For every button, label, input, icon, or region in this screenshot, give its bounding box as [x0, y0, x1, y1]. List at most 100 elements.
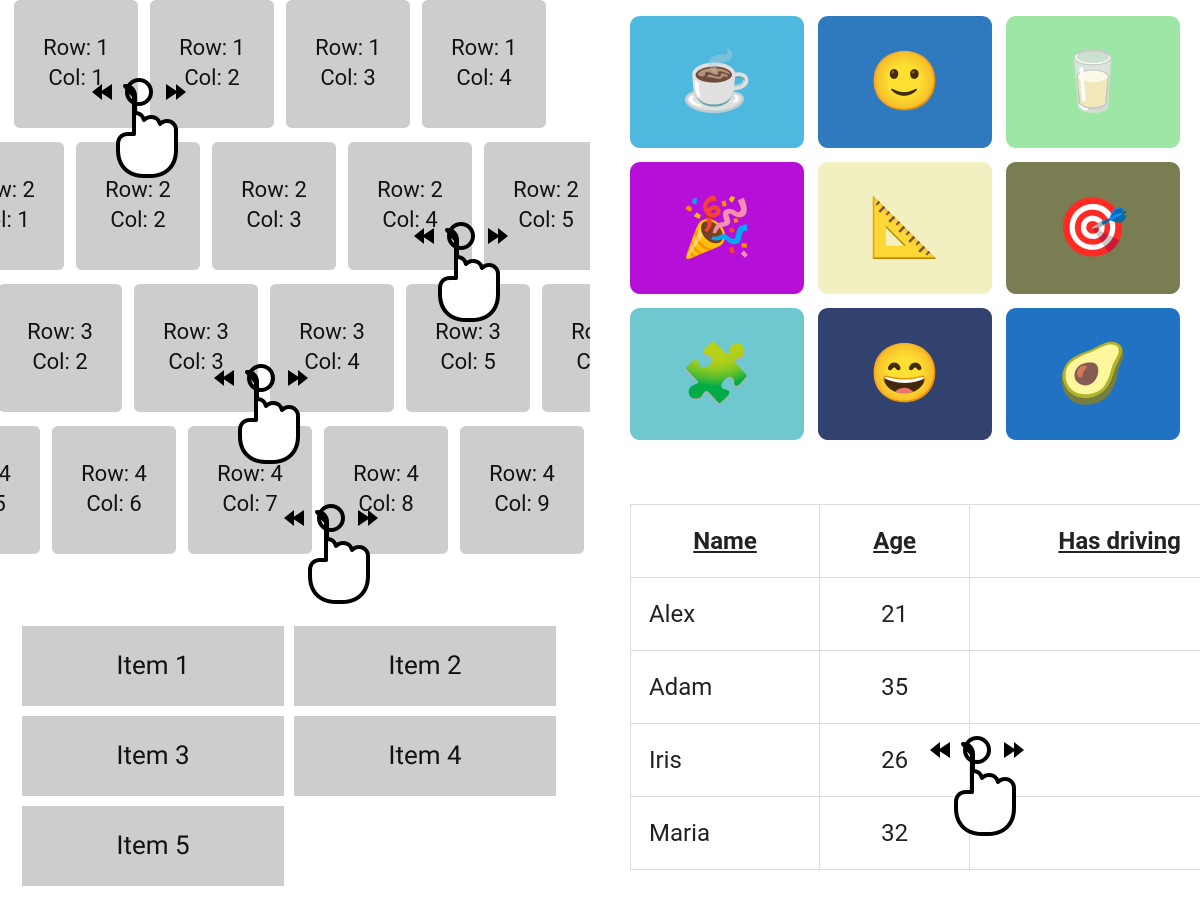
emoji-tile-avocado[interactable]: 🥑 [1006, 308, 1180, 440]
list-item[interactable]: Item 3 [22, 716, 284, 796]
data-table-scroll[interactable]: Name Age Has driving Alex21NOAdam35YESIr… [630, 504, 1200, 870]
grid-row[interactable]: Row: 4Col: 5Row: 4Col: 6Row: 4Col: 7Row:… [0, 426, 584, 554]
grid-cell[interactable]: Row: 3Col: 3 [134, 284, 258, 412]
emoji-tile-coffee[interactable]: ☕ [630, 16, 804, 148]
cell-col-label: Col: 4 [304, 348, 359, 378]
cell-col-label: Col: 5 [440, 348, 495, 378]
cell-row-label: Row: 4 [0, 460, 11, 490]
grid-cell[interactable]: Row: 4Col: 7 [188, 426, 312, 554]
grid-cell[interactable]: Row: 2Col: 1 [0, 142, 64, 270]
grid-cell[interactable]: Row: 4Col: 5 [0, 426, 40, 554]
cell-name: Iris [631, 724, 820, 797]
cell-col-label: Col: 3 [168, 348, 223, 378]
cell-age: 35 [820, 651, 970, 724]
th-driving[interactable]: Has driving [970, 505, 1200, 578]
cell-row-label: Row: 3 [571, 318, 590, 348]
grid-cell[interactable]: Row: 4Col: 6 [52, 426, 176, 554]
cell-age: 32 [820, 797, 970, 870]
cell-name: Alex [631, 578, 820, 651]
cell-col-label: Col: 9 [494, 490, 549, 520]
milk-icon: 🥛 [1057, 48, 1129, 116]
grid-cell[interactable]: Row: 3Col: 2 [0, 284, 122, 412]
data-table: Name Age Has driving Alex21NOAdam35YESIr… [630, 504, 1200, 870]
th-age[interactable]: Age [820, 505, 970, 578]
list-item[interactable]: Item 2 [294, 626, 556, 706]
cell-col-label: Col: 8 [358, 490, 413, 520]
grid-cell[interactable]: Row: 4Col: 9 [460, 426, 584, 554]
cell-col-label: Col: 3 [320, 64, 375, 94]
grid-cell[interactable]: Row: 3Col: 5 [406, 284, 530, 412]
cell-col-label: Col: 6 [576, 348, 590, 378]
emoji-tile-puzzle[interactable]: 🧩 [630, 308, 804, 440]
cell-row-label: Row: 2 [105, 176, 171, 206]
laugh-icon: 😄 [869, 340, 941, 408]
emoji-tile-smile[interactable]: 🙂 [818, 16, 992, 148]
grid-cell[interactable]: Row: 2Col: 2 [76, 142, 200, 270]
cell-driving: NO [970, 724, 1200, 797]
cell-driving: NO [970, 797, 1200, 870]
grid-cell[interactable]: Row: 4Col: 8 [324, 426, 448, 554]
avocado-icon: 🥑 [1057, 340, 1129, 408]
party-icon: 🎉 [681, 194, 753, 262]
smile-icon: 🙂 [869, 48, 941, 116]
ruler-icon: 📐 [869, 194, 941, 262]
cell-row-label: Row: 4 [81, 460, 147, 490]
cell-col-label: Col: 5 [0, 490, 6, 520]
grid-row[interactable]: Row: 2Col: 1Row: 2Col: 2Row: 2Col: 3Row:… [0, 142, 590, 270]
cell-col-label: Col: 3 [246, 206, 301, 236]
grid-row[interactable]: Row: 3Col: 2Row: 3Col: 3Row: 3Col: 4Row:… [0, 284, 590, 412]
scrollable-grid[interactable]: Row: 1Col: 1Row: 1Col: 2Row: 1Col: 3Row:… [0, 0, 590, 560]
emoji-tile-target[interactable]: 🎯 [1006, 162, 1180, 294]
coffee-icon: ☕ [681, 48, 753, 116]
grid-cell[interactable]: Row: 3Col: 6 [542, 284, 590, 412]
right-pane: ☕🙂🥛🎉📐🎯🧩😄🥑 Name Age Has driving Alex21NOA… [630, 0, 1200, 916]
cell-col-label: Col: 2 [184, 64, 239, 94]
puzzle-icon: 🧩 [681, 340, 753, 408]
cell-age: 26 [820, 724, 970, 797]
grid-cell[interactable]: Row: 1Col: 2 [150, 0, 274, 128]
cell-col-label: Col: 2 [110, 206, 165, 236]
cell-col-label: Col: 7 [222, 490, 277, 520]
emoji-tile-ruler[interactable]: 📐 [818, 162, 992, 294]
grid-row[interactable]: Row: 1Col: 1Row: 1Col: 2Row: 1Col: 3Row:… [14, 0, 546, 128]
cell-row-label: Row: 1 [451, 34, 517, 64]
cell-row-label: Row: 2 [0, 176, 35, 206]
cell-row-label: Row: 4 [353, 460, 419, 490]
list-item[interactable]: Item 5 [22, 806, 284, 886]
table-row: Alex21NO [631, 578, 1200, 651]
emoji-tile-laugh[interactable]: 😄 [818, 308, 992, 440]
cell-driving: YES [970, 651, 1200, 724]
list-item[interactable]: Item 4 [294, 716, 556, 796]
cell-col-label: Col: 5 [518, 206, 573, 236]
cell-row-label: Row: 2 [377, 176, 443, 206]
cell-row-label: Row: 3 [27, 318, 93, 348]
cell-col-label: Col: 2 [32, 348, 87, 378]
cell-row-label: Row: 2 [241, 176, 307, 206]
grid-cell[interactable]: Row: 2Col: 4 [348, 142, 472, 270]
cell-row-label: Row: 2 [513, 176, 579, 206]
emoji-grid: ☕ 🙂 🥛 🎉 📐 🎯 🧩 😄 🥑 [630, 16, 1190, 440]
left-pane: Row: 1Col: 1Row: 1Col: 2Row: 1Col: 3Row:… [0, 0, 590, 916]
target-icon: 🎯 [1057, 194, 1129, 262]
grid-cell[interactable]: Row: 2Col: 3 [212, 142, 336, 270]
grid-cell[interactable]: Row: 3Col: 4 [270, 284, 394, 412]
cell-row-label: Row: 4 [489, 460, 555, 490]
cell-row-label: Row: 1 [43, 34, 109, 64]
cell-row-label: Row: 1 [315, 34, 381, 64]
th-name[interactable]: Name [631, 505, 820, 578]
table-row: Maria32NO [631, 797, 1200, 870]
grid-cell[interactable]: Row: 2Col: 5 [484, 142, 590, 270]
emoji-tile-milk[interactable]: 🥛 [1006, 16, 1180, 148]
list-item[interactable]: Item 1 [22, 626, 284, 706]
cell-name: Adam [631, 651, 820, 724]
grid-cell[interactable]: Row: 1Col: 1 [14, 0, 138, 128]
item-list: Item 1Item 2Item 3Item 4Item 5 [22, 626, 562, 886]
cell-driving: NO [970, 578, 1200, 651]
cell-col-label: Col: 4 [382, 206, 437, 236]
grid-cell[interactable]: Row: 1Col: 4 [422, 0, 546, 128]
cell-name: Maria [631, 797, 820, 870]
cell-col-label: Col: 1 [0, 206, 30, 236]
grid-cell[interactable]: Row: 1Col: 3 [286, 0, 410, 128]
emoji-tile-party[interactable]: 🎉 [630, 162, 804, 294]
cell-age: 21 [820, 578, 970, 651]
